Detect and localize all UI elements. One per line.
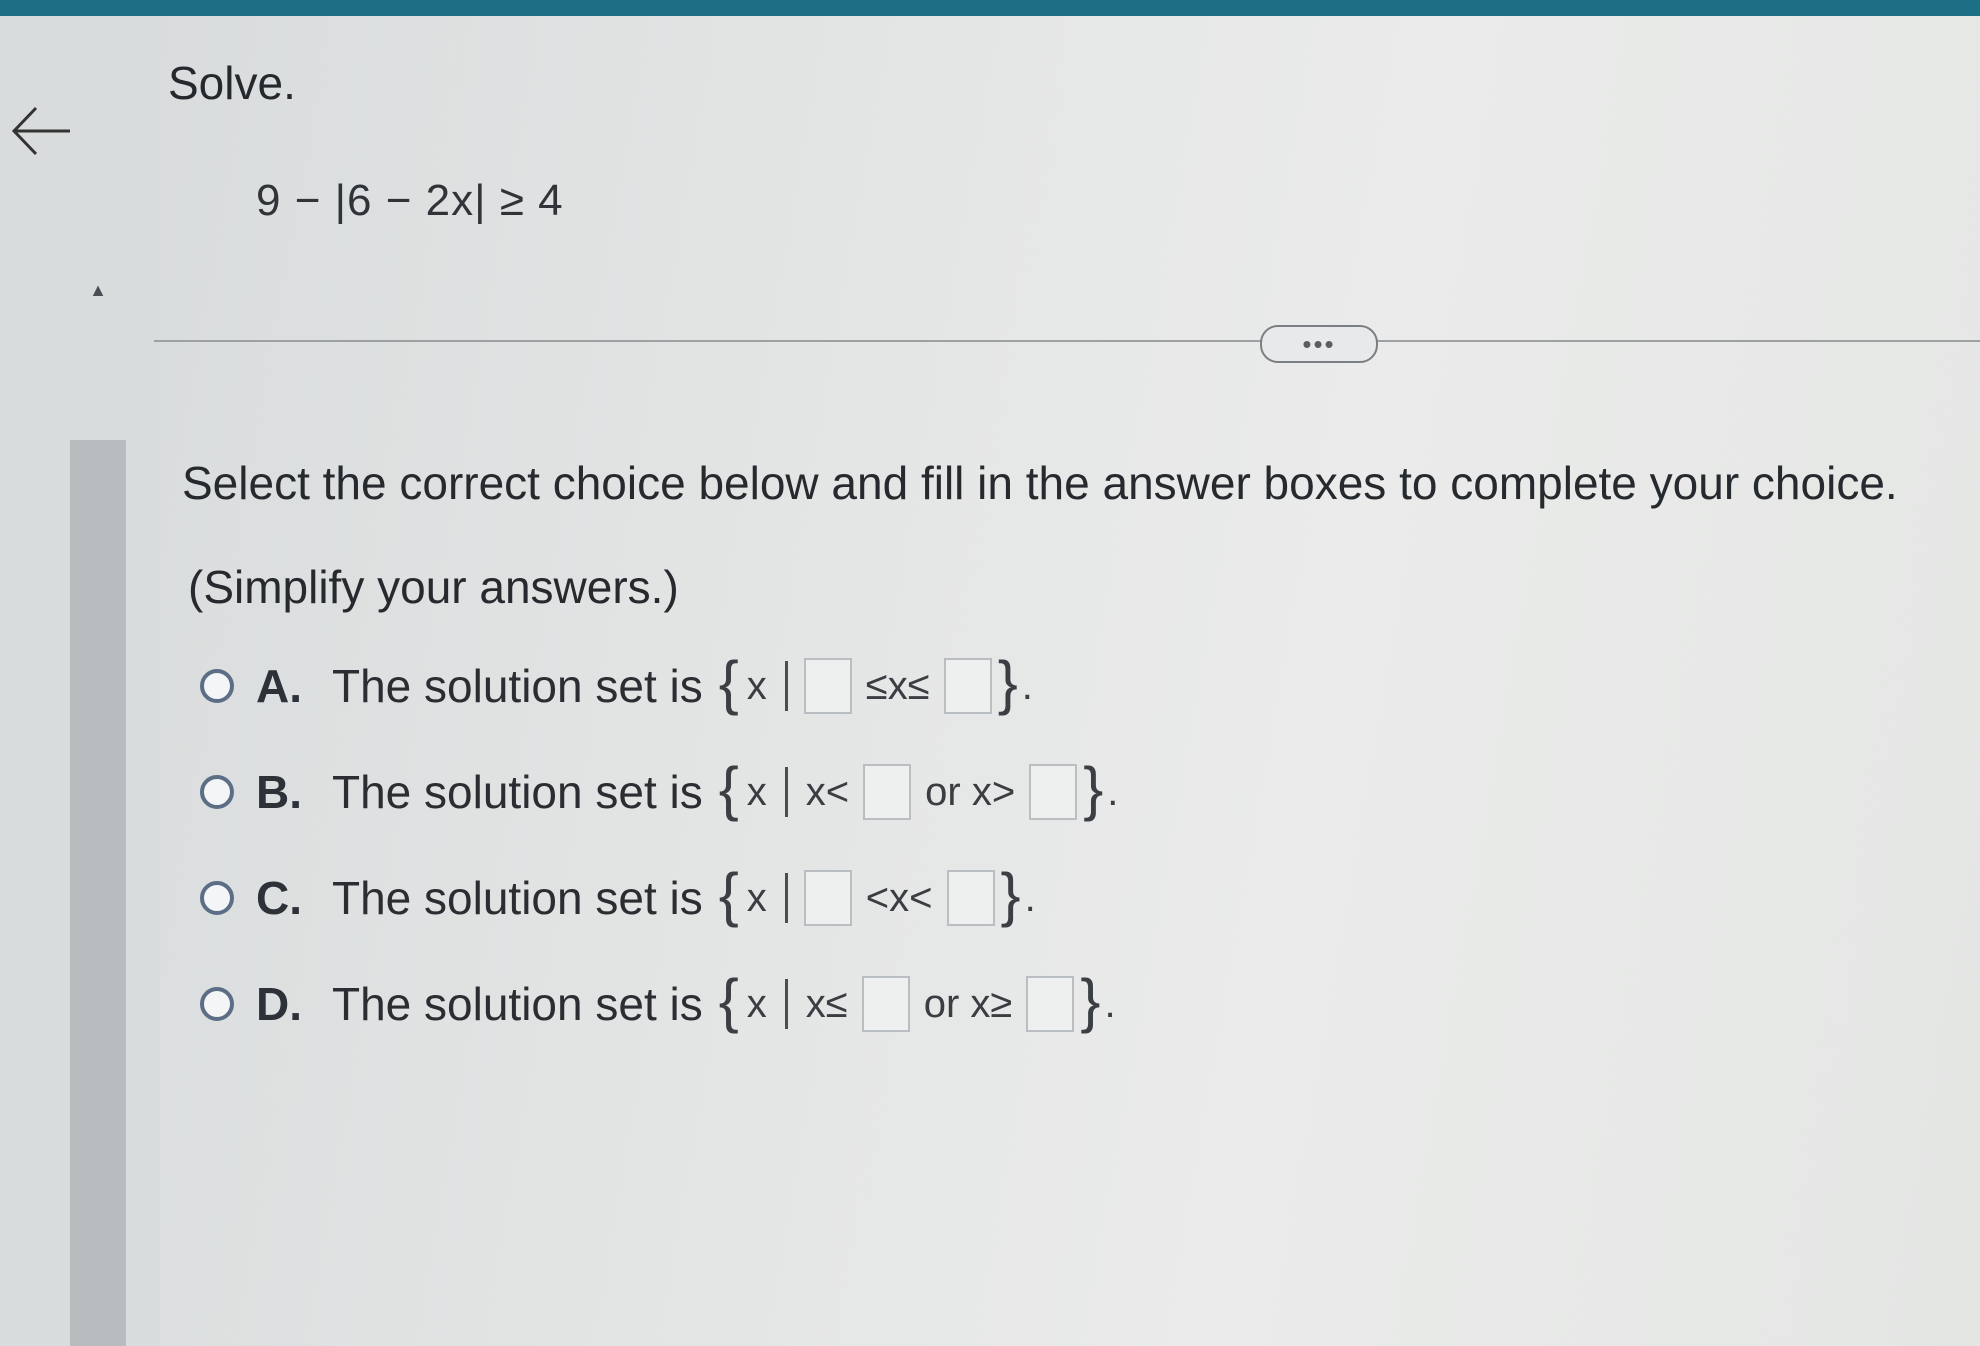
choice-letter: A. [256,660,302,712]
choice-b[interactable]: B. The solution set is { x x< or x> }. [200,755,1119,822]
solve-label: Solve. [168,57,296,109]
choice-text: The solution set is [332,660,703,712]
close-brace: } [1000,861,1021,928]
operator: x< [805,769,850,814]
choice-d[interactable]: D. The solution set is { x x≤ or x≥ }. [200,967,1116,1034]
set-bar [784,661,788,711]
equation: 9 − |6 − 2x| ≥ 4 [256,176,564,225]
operator: <x< [865,875,933,920]
set-variable: x [746,663,767,708]
simplify-note: (Simplify your answers.) [188,561,679,613]
period: . [1021,663,1033,708]
answer-box-c2[interactable] [946,870,995,926]
question-panel: Solve. 9 − |6 − 2x| ≥ 4 ••• Select the c… [154,16,1980,1346]
operator: ≤x≤ [865,663,930,708]
answer-box-c1[interactable] [803,870,852,926]
choice-a[interactable]: A. The solution set is { x ≤x≤ }. [200,649,1033,716]
radio-c[interactable] [200,881,234,915]
scrollbar[interactable] [70,440,126,1346]
open-brace: { [718,861,739,928]
top-bar [0,0,1980,16]
more-button[interactable]: ••• [1260,325,1378,363]
instructions: Select the correct choice below and fill… [182,457,1898,509]
set-bar [784,979,788,1029]
answer-box-d1[interactable] [861,976,910,1032]
set-bar [784,873,788,923]
close-brace: } [1080,967,1101,1034]
operator-or: or x≥ [923,981,1013,1026]
radio-b[interactable] [200,775,234,809]
answer-box-b2[interactable] [1029,764,1078,820]
choice-letter: D. [256,978,302,1030]
divider [154,340,1980,342]
period: . [1104,981,1116,1026]
radio-d[interactable] [200,987,234,1021]
period: . [1024,875,1036,920]
operator-or: or x> [925,769,1016,814]
choice-letter: B. [256,766,302,818]
back-arrow-icon[interactable] [6,96,76,166]
choice-text: The solution set is [332,766,703,818]
close-brace: } [1083,755,1104,822]
open-brace: { [718,755,739,822]
operator: x≤ [805,981,848,1026]
answer-box-d2[interactable] [1026,976,1075,1032]
set-variable: x [746,981,767,1026]
choice-text: The solution set is [332,978,703,1030]
set-bar [784,767,788,817]
open-brace: { [718,649,739,716]
period: . [1107,769,1119,814]
radio-a[interactable] [200,669,234,703]
answer-box-a2[interactable] [943,658,992,714]
choice-letter: C. [256,872,302,924]
answer-box-b1[interactable] [863,764,912,820]
answer-box-a1[interactable] [803,658,852,714]
set-variable: x [746,769,767,814]
choice-c[interactable]: C. The solution set is { x <x< }. [200,861,1036,928]
set-variable: x [746,875,767,920]
open-brace: { [718,967,739,1034]
close-brace: } [997,649,1018,716]
choice-text: The solution set is [332,872,703,924]
scroll-up-icon[interactable]: ▲ [70,278,126,302]
